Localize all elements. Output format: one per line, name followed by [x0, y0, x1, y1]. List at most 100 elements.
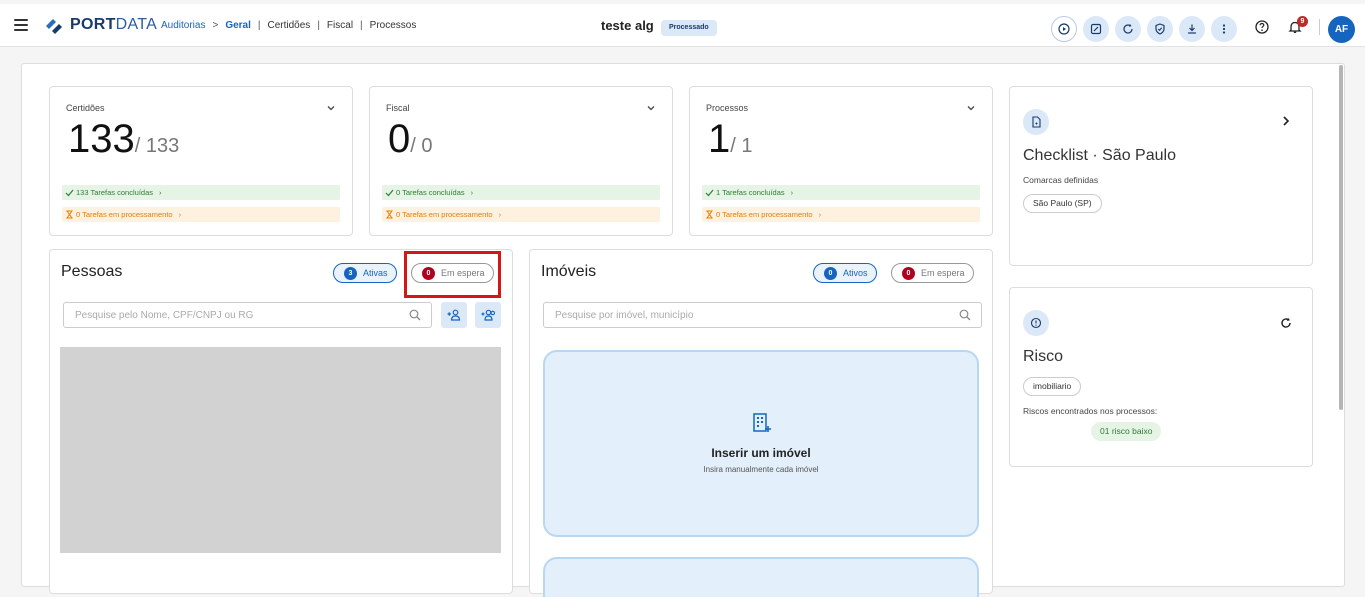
search-icon [959, 309, 971, 321]
play-icon [1058, 23, 1070, 35]
avatar[interactable]: AF [1328, 16, 1355, 43]
checklist-card: Checklist · São Paulo Comarcas definidas… [1009, 86, 1313, 266]
stat-value: 1/ 1 [708, 117, 753, 161]
tasks-done-link[interactable]: 133 Tarefas concluídas › [62, 185, 340, 200]
download-button[interactable] [1179, 16, 1205, 42]
breadcrumb-processos[interactable]: Processos [370, 20, 417, 31]
insert-title: Inserir um imóvel [711, 446, 811, 460]
download-icon [1188, 24, 1196, 34]
breadcrumb: Auditorias > Geral | Certidões | Fiscal … [161, 20, 416, 31]
logo-text: PORTDATA [70, 16, 158, 33]
check-icon [385, 189, 394, 197]
stat-total: / 1 [730, 135, 753, 157]
imoveis-wait-filter[interactable]: 0 Em espera [891, 263, 974, 283]
add-group-icon [481, 309, 495, 321]
stat-value: 0/ 0 [388, 117, 433, 161]
risk-result-badge: 01 risco baixo [1091, 422, 1162, 441]
hourglass-icon [386, 210, 393, 219]
insert-property-card[interactable]: Inserir um imóvel Insira manualmente cad… [543, 350, 979, 537]
risk-icon-wrapper [1023, 310, 1049, 336]
scrollbar[interactable] [1339, 65, 1343, 410]
people-list-redacted [60, 347, 501, 553]
risco-card: Risco imobiliario Riscos encontrados nos… [1009, 287, 1313, 467]
search-placeholder: Pesquise pelo Nome, CPF/CNPJ ou RG [75, 310, 254, 321]
chevron-down-icon[interactable] [646, 103, 656, 113]
tasks-processing-link[interactable]: 0 Tarefas em processamento › [382, 207, 660, 222]
tasks-processing-link[interactable]: 0 Tarefas em processamento › [702, 207, 980, 222]
risk-category-chip[interactable]: imobiliario [1023, 377, 1082, 396]
highlight-annotation [404, 251, 501, 298]
logo-icon [46, 19, 62, 34]
refresh-icon[interactable] [1280, 317, 1292, 329]
more-button[interactable] [1211, 16, 1237, 42]
logo[interactable]: PORTDATA [44, 15, 157, 35]
top-bar: PORTDATA Auditorias > Geral | Certidões … [0, 4, 1365, 47]
breadcrumb-separator: | [317, 20, 320, 31]
edit-button[interactable] [1083, 16, 1109, 42]
search-placeholder: Pesquise por imóvel, município [555, 310, 694, 321]
stat-card-processos: Processos 1/ 1 1 Tarefas concluídas › 0 T… [689, 86, 993, 236]
stat-total: / 133 [134, 135, 180, 157]
notification-badge: 9 [1297, 16, 1308, 27]
add-user-icon [447, 309, 461, 321]
pessoas-search-input[interactable]: Pesquise pelo Nome, CPF/CNPJ ou RG [63, 302, 432, 328]
property-card-secondary[interactable] [543, 557, 979, 597]
imoveis-active-filter[interactable]: 0 Ativos [813, 263, 877, 283]
checklist-icon-wrapper [1023, 109, 1049, 135]
pessoas-active-filter[interactable]: 3 Ativas [333, 263, 397, 283]
building-add-icon [753, 413, 771, 432]
menu-icon[interactable] [14, 19, 28, 31]
chevron-right-icon[interactable] [1280, 115, 1292, 127]
imoveis-search-input[interactable]: Pesquise por imóvel, município [543, 302, 982, 328]
comarca-chip[interactable]: São Paulo (SP) [1023, 194, 1102, 213]
status-badge: Processado [661, 20, 717, 36]
breadcrumb-auditorias[interactable]: Auditorias [161, 20, 205, 31]
tasks-done-link[interactable]: 1 Tarefas concluídas › [702, 185, 980, 200]
stat-label: Certidões [66, 103, 105, 113]
breadcrumb-geral[interactable]: Geral [225, 20, 251, 31]
breadcrumb-certidoes[interactable]: Certidões [268, 20, 311, 31]
tasks-done-link[interactable]: 0 Tarefas concluídas › [382, 185, 660, 200]
toolbar-actions [1051, 16, 1237, 42]
breadcrumb-fiscal[interactable]: Fiscal [327, 20, 353, 31]
count-badge: 0 [824, 266, 837, 280]
checklist-title: Checklist · São Paulo [1023, 147, 1176, 164]
chevron-down-icon[interactable] [966, 103, 976, 113]
tasks-processing-link[interactable]: 0 Tarefas em processamento › [62, 207, 340, 222]
section-title: Pessoas [61, 263, 123, 280]
count-badge: 3 [344, 266, 357, 280]
search-icon [409, 309, 421, 321]
count-badge: 0 [902, 266, 915, 280]
stat-card-certidoes: Certidões 133/ 133 133 Tarefas concluída… [49, 86, 353, 236]
section-title: Imóveis [541, 263, 597, 280]
document-icon [1032, 116, 1041, 128]
shield-button[interactable] [1147, 16, 1173, 42]
risco-title: Risco [1023, 348, 1064, 365]
breadcrumb-separator: > [212, 20, 219, 31]
check-icon [705, 189, 714, 197]
check-icon [65, 189, 74, 197]
breadcrumb-separator: | [360, 20, 363, 31]
help-icon[interactable] [1255, 20, 1269, 34]
refresh-button[interactable] [1115, 16, 1141, 42]
hourglass-icon [706, 210, 713, 219]
stat-label: Processos [706, 103, 749, 113]
breadcrumb-separator: | [257, 20, 261, 31]
risco-subtitle: Riscos encontrados nos processos: [1023, 406, 1158, 416]
shield-icon [1155, 23, 1165, 35]
stat-value: 133/ 133 [68, 117, 180, 161]
play-button[interactable] [1051, 16, 1077, 42]
add-person-button[interactable] [441, 302, 467, 328]
stat-total: / 0 [410, 135, 433, 157]
edit-icon [1090, 23, 1102, 35]
stat-label: Fiscal [386, 103, 410, 113]
page-title: teste alg [601, 18, 654, 33]
chevron-down-icon[interactable] [326, 103, 336, 113]
divider [1319, 19, 1320, 35]
alert-icon [1030, 317, 1042, 329]
checklist-subtitle: Comarcas definidas [1023, 175, 1099, 185]
insert-subtitle: Insira manualmente cada imóvel [703, 465, 819, 474]
add-group-button[interactable] [475, 302, 501, 328]
hourglass-icon [66, 210, 73, 219]
refresh-icon [1123, 24, 1133, 34]
